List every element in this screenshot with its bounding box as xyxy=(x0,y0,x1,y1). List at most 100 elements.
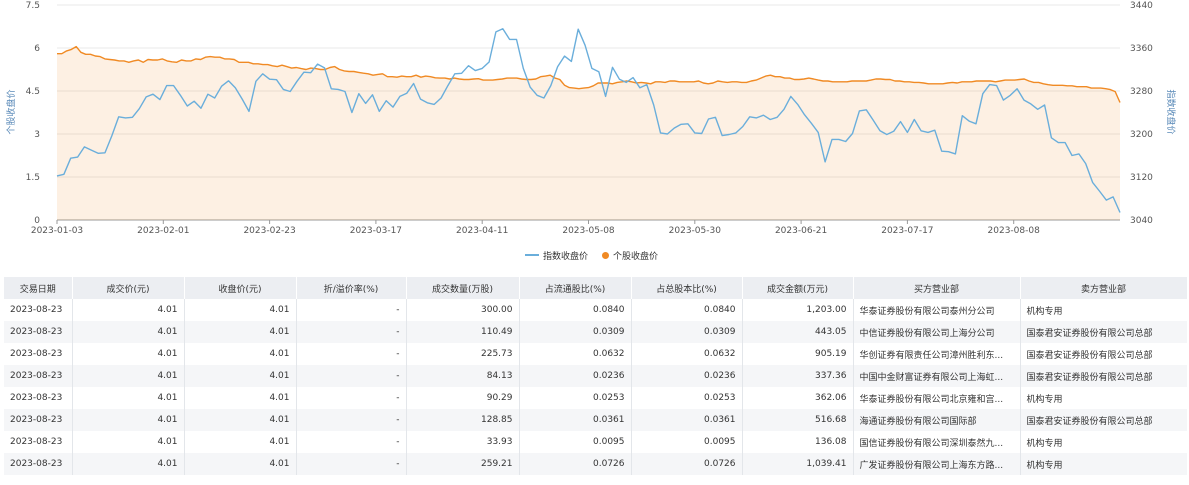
left-axis-label: 个股收盘价 xyxy=(5,89,17,134)
col-header-amount[interactable]: 成交金额(万元) xyxy=(742,277,854,299)
cell-total-ratio: 0.0361 xyxy=(631,409,743,431)
cell-date: 2023-08-23 xyxy=(4,343,73,365)
cell-amount: 905.19 xyxy=(742,343,854,365)
legend-item-stock[interactable]: 个股收盘价 xyxy=(602,249,658,262)
cell-float-ratio: 0.0632 xyxy=(519,343,632,365)
col-header-volume[interactable]: 成交数量(万股) xyxy=(406,277,520,299)
col-header-trade-price[interactable]: 成交价(元) xyxy=(72,277,185,299)
col-header-total-ratio[interactable]: 占总股本比(%) xyxy=(631,277,743,299)
cell-close-price: 4.01 xyxy=(184,343,297,365)
table-row[interactable]: 2023-08-23 4.01 4.01-90.29 0.0253 0.0253 362.… xyxy=(4,387,1187,409)
cell-amount: 136.08 xyxy=(742,431,854,453)
cell-amount: 1,039.41 xyxy=(742,453,854,475)
cell-float-ratio: 0.0236 xyxy=(519,365,632,387)
right-axis-label: 指数收盘价 xyxy=(1165,89,1177,134)
x-tick-label: 2023-02-01 xyxy=(137,226,189,236)
cell-buyer: 华泰证券股份有限公司北京雍和宫... xyxy=(853,387,1021,409)
x-tick-label: 2023-01-03 xyxy=(31,226,83,236)
block-trade-table: 交易日期 成交价(元) 收盘价(元) 折/溢价率(%) 成交数量(万股) 占流通… xyxy=(4,277,1187,485)
cell-trade-price: 4.01 xyxy=(72,387,185,409)
legend-label-stock: 个股收盘价 xyxy=(613,251,659,262)
cell-seller: 机构专用 xyxy=(1020,453,1187,475)
right-tick-label: 3200 xyxy=(1130,130,1153,140)
col-header-float-ratio[interactable]: 占流通股比(%) xyxy=(519,277,632,299)
cell-premium: - xyxy=(296,299,407,321)
cell-float-ratio: 0.0726 xyxy=(519,453,632,475)
cell-volume: 128.85 xyxy=(406,409,520,431)
cell-buyer: 海通证券股份有限公司国际部 xyxy=(853,409,1021,431)
cell-close-price: 4.01 xyxy=(184,387,297,409)
left-tick-label: 0 xyxy=(34,216,40,226)
right-tick-label: 3120 xyxy=(1130,173,1153,183)
cell-close-price: 4.01 xyxy=(184,365,297,387)
right-tick-label: 3040 xyxy=(1130,216,1153,226)
x-tick-label: 2023-07-17 xyxy=(881,226,933,236)
col-header-close-price[interactable]: 收盘价(元) xyxy=(184,277,297,299)
cell-volume: 90.29 xyxy=(406,387,520,409)
cell-close-price: 4.01 xyxy=(184,453,297,475)
cell-volume: 84.13 xyxy=(406,365,520,387)
left-tick-label: 6 xyxy=(34,44,40,54)
cell-volume: 33.93 xyxy=(406,431,520,453)
cell-volume: 259.21 xyxy=(406,453,520,475)
cell-volume: 110.49 xyxy=(406,321,520,343)
cell-total-ratio: 0.0095 xyxy=(631,431,743,453)
table-row[interactable]: 2023-08-23 4.01 4.01-128.85 0.0361 0.0361 516… xyxy=(4,409,1187,431)
cell-trade-price: 4.01 xyxy=(72,365,185,387)
cell-date: 2023-08-23 xyxy=(4,365,73,387)
cell-date: 2023-08-23 xyxy=(4,453,73,475)
cell-amount: 337.36 xyxy=(742,365,854,387)
legend-line-marker xyxy=(525,254,539,256)
cell-close-price: 4.01 xyxy=(184,409,297,431)
cell-seller: 国泰君安证券股份有限公司总部 xyxy=(1020,321,1187,343)
cell-total-ratio: 0.0632 xyxy=(631,343,743,365)
cell-float-ratio: 0.0253 xyxy=(519,387,632,409)
table-header-row: 交易日期 成交价(元) 收盘价(元) 折/溢价率(%) 成交数量(万股) 占流通… xyxy=(4,277,1187,299)
cell-volume: 225.73 xyxy=(406,343,520,365)
cell-date: 2023-08-23 xyxy=(4,321,73,343)
cell-trade-price: 4.01 xyxy=(72,299,185,321)
table-row[interactable]: 2023-08-23 4.01 4.01-33.93 0.0095 0.0095 136.… xyxy=(4,431,1187,453)
table-row[interactable]: 2023-08-23 4.01 4.01-259.21 0.0726 0.0726 1,0… xyxy=(4,453,1187,475)
col-header-date[interactable]: 交易日期 xyxy=(4,277,73,299)
cell-premium: - xyxy=(296,453,407,475)
cell-seller: 国泰君安证券股份有限公司总部 xyxy=(1020,365,1187,387)
cell-total-ratio: 0.0309 xyxy=(631,321,743,343)
legend-label-index: 指数收盘价 xyxy=(543,251,589,262)
legend-dot-marker xyxy=(602,251,610,259)
cell-total-ratio: 0.0253 xyxy=(631,387,743,409)
table-row[interactable]: 2023-08-23 4.01 4.01-225.73 0.0632 0.0632 905… xyxy=(4,343,1187,365)
col-header-premium[interactable]: 折/溢价率(%) xyxy=(296,277,407,299)
right-tick-label: 3280 xyxy=(1130,87,1153,97)
cell-trade-price: 4.01 xyxy=(72,431,185,453)
left-tick-label: 1.5 xyxy=(26,173,40,183)
cell-total-ratio: 0.0726 xyxy=(631,453,743,475)
cell-float-ratio: 0.0840 xyxy=(519,299,632,321)
legend-item-index[interactable]: 指数收盘价 xyxy=(525,249,588,262)
cell-trade-price: 4.01 xyxy=(72,409,185,431)
cell-trade-price: 4.01 xyxy=(72,343,185,365)
col-header-seller[interactable]: 卖方营业部 xyxy=(1020,277,1187,299)
cell-amount: 1,203.00 xyxy=(742,299,854,321)
table-row[interactable]: 2023-08-23 4.01 4.01-300.00 0.0840 0.0840 1,2… xyxy=(4,299,1187,321)
cell-total-ratio: 0.0236 xyxy=(631,365,743,387)
cell-float-ratio: 0.0095 xyxy=(519,431,632,453)
cell-amount: 516.68 xyxy=(742,409,854,431)
cell-buyer: 中信证券股份有限公司上海分公司 xyxy=(853,321,1021,343)
cell-trade-price: 4.01 xyxy=(72,453,185,475)
chart-legend[interactable]: 指数收盘价 个股收盘价 xyxy=(525,247,658,263)
cell-premium: - xyxy=(296,409,407,431)
x-tick-label: 2023-04-11 xyxy=(456,226,508,236)
cell-float-ratio: 0.0309 xyxy=(519,321,632,343)
cell-volume: 300.00 xyxy=(406,299,520,321)
cell-buyer: 国信证券股份有限公司深圳泰然九... xyxy=(853,431,1021,453)
cell-buyer: 华泰证券股份有限公司泰州分公司 xyxy=(853,299,1021,321)
cell-seller: 国泰君安证券股份有限公司总部 xyxy=(1020,343,1187,365)
cell-seller: 机构专用 xyxy=(1020,387,1187,409)
x-tick-label: 2023-02-23 xyxy=(243,226,295,236)
cell-amount: 362.06 xyxy=(742,387,854,409)
col-header-buyer[interactable]: 买方营业部 xyxy=(853,277,1021,299)
table-row[interactable]: 2023-08-23 4.01 4.01-110.49 0.0309 0.0309 443… xyxy=(4,321,1187,343)
left-tick-label: 7.5 xyxy=(26,1,40,11)
table-row[interactable]: 2023-08-23 4.01 4.01-84.13 0.0236 0.0236 337.… xyxy=(4,365,1187,387)
